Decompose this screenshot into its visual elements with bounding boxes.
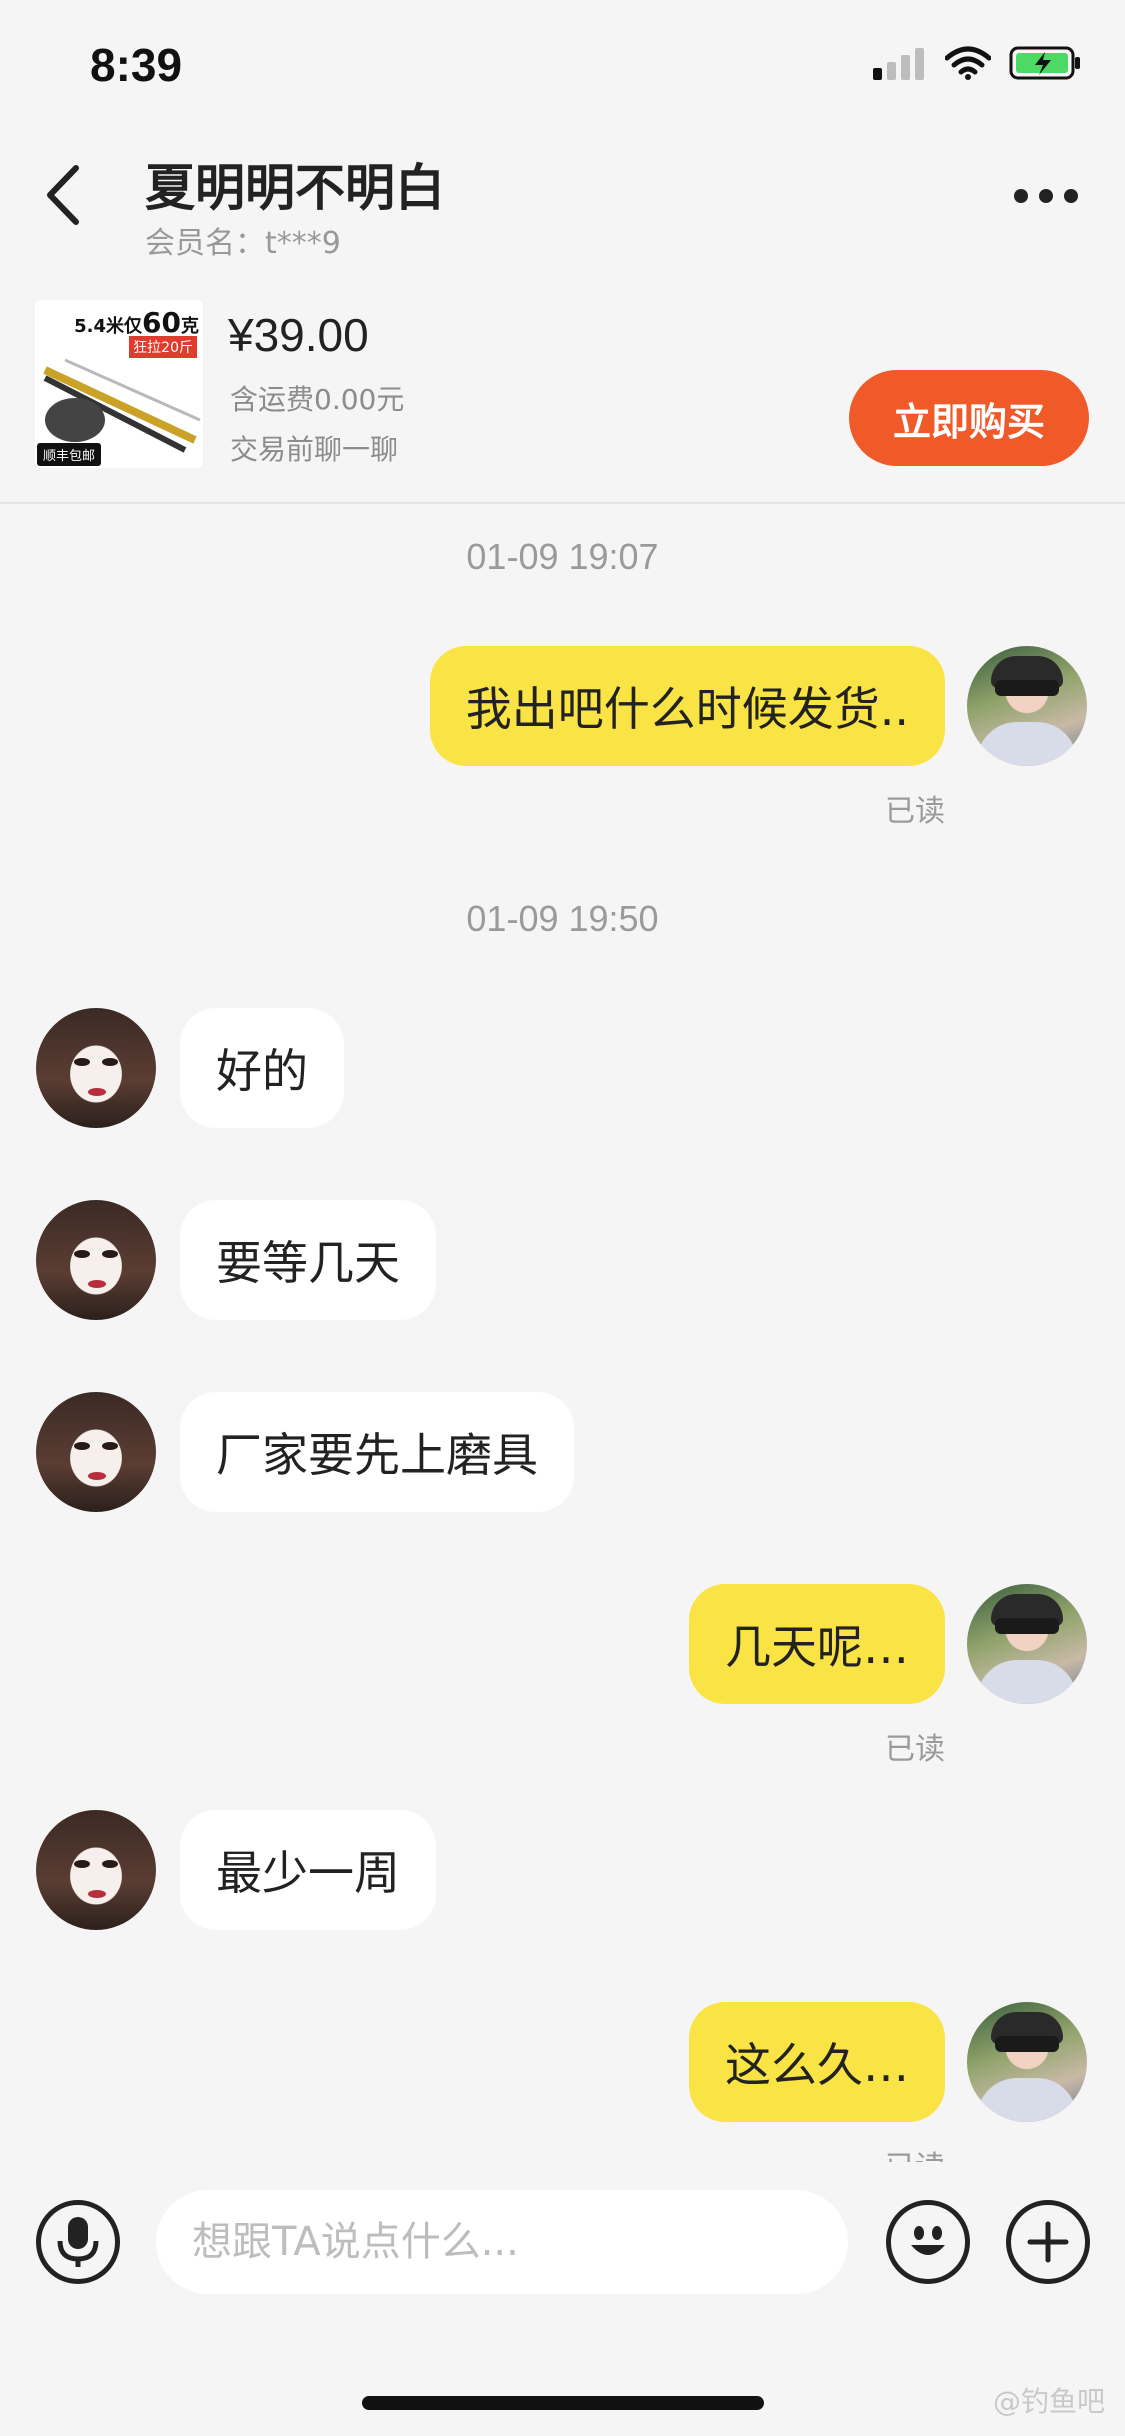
chevron-left-icon [47, 165, 79, 225]
my-avatar[interactable] [967, 646, 1087, 766]
status-icons [873, 46, 1081, 80]
message-bubble-received[interactable]: 最少一周 [180, 1810, 436, 1930]
watermark: @钓鱼吧 [992, 2385, 1105, 2418]
contact-avatar[interactable] [36, 1008, 156, 1128]
thumb-weight-tag: 5.4米仅60克 [74, 306, 199, 339]
wifi-icon [945, 46, 991, 80]
my-avatar[interactable] [967, 2002, 1087, 2122]
message-bubble-received[interactable]: 好的 [180, 1008, 344, 1128]
product-thumbnail[interactable]: 5.4米仅60克 狂拉20斤 顺丰包邮 [35, 300, 203, 468]
message-input[interactable] [156, 2190, 848, 2294]
status-time: 8:39 [90, 39, 183, 91]
message-bubble-received[interactable]: 厂家要先上磨具 [180, 1392, 574, 1512]
read-status: 已读 [885, 2142, 945, 2162]
emoji-button[interactable] [886, 2200, 970, 2284]
read-status: 已读 [885, 794, 945, 829]
message-list[interactable]: 01-09 19:07 我出吧什么时候发货.. 已读 01-09 19:50 好… [0, 506, 1125, 2162]
microphone-icon [57, 2217, 99, 2267]
read-status: 已读 [885, 1732, 945, 1767]
message-bubble-sent[interactable]: 几天呢… [689, 1584, 945, 1704]
back-button[interactable] [40, 160, 100, 240]
smiley-icon [911, 2226, 945, 2255]
chat-header: 夏明明不明白 会员名：t***9 [0, 130, 1125, 280]
thumb-strength-badge: 狂拉20斤 [129, 336, 197, 358]
voice-button[interactable] [36, 2200, 120, 2284]
contact-avatar[interactable] [36, 1392, 156, 1512]
buy-now-button[interactable]: 立即购买 [849, 370, 1089, 466]
input-bar [0, 2162, 1125, 2322]
more-options-button[interactable] [1011, 186, 1081, 216]
member-name: 会员名：t***9 [145, 226, 341, 261]
plus-icon [1027, 2221, 1069, 2263]
my-avatar[interactable] [967, 1584, 1087, 1704]
message-bubble-sent[interactable]: 这么久… [689, 2002, 945, 2122]
timestamp: 01-09 19:50 [466, 898, 659, 939]
contact-avatar[interactable] [36, 1200, 156, 1320]
product-price: ¥39.00 [228, 309, 369, 361]
signal-icon [873, 48, 924, 80]
thumb-shipping-badge: 顺丰包邮 [37, 443, 102, 466]
contact-name: 夏明明不明白 [145, 159, 445, 217]
message-bubble-received[interactable]: 要等几天 [180, 1200, 436, 1320]
home-indicator [362, 2396, 764, 2410]
status-bar: 8:39 [0, 0, 1125, 130]
more-actions-button[interactable] [1006, 2200, 1090, 2284]
chat-hint: 交易前聊一聊 [230, 433, 399, 466]
message-bubble-sent[interactable]: 我出吧什么时候发货.. [429, 646, 945, 766]
more-dots-icon [1014, 189, 1078, 203]
contact-avatar[interactable] [36, 1810, 156, 1930]
battery-charging-icon [1009, 46, 1080, 80]
timestamp: 01-09 19:07 [466, 536, 659, 577]
shipping-fee: 含运费0.00元 [230, 383, 405, 416]
product-card: 5.4米仅60克 狂拉20斤 顺丰包邮 ¥39.00 含运费0.00元 交易前聊… [0, 280, 1125, 504]
